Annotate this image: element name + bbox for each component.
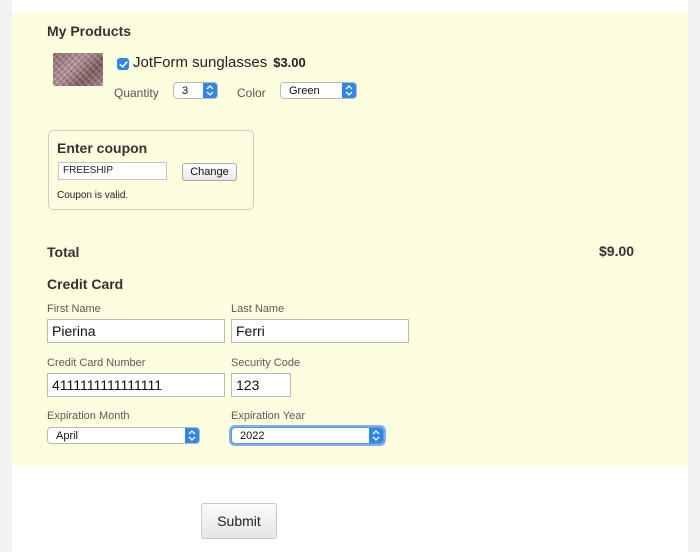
- updown-icon: [203, 83, 217, 98]
- exp-month-select[interactable]: April: [47, 427, 200, 444]
- updown-icon: [342, 83, 356, 98]
- exp-year-label: Expiration Year: [231, 410, 305, 422]
- quantity-select[interactable]: 3: [173, 82, 218, 99]
- quantity-value: 3: [182, 84, 189, 97]
- exp-month-value: April: [56, 429, 79, 442]
- last-name-value: Ferri: [236, 323, 265, 339]
- security-code-label: Security Code: [231, 357, 301, 369]
- first-name-input[interactable]: Pierina: [47, 319, 225, 343]
- first-name-value: Pierina: [52, 323, 96, 339]
- page-bottom-area: Submit: [12, 466, 688, 552]
- first-name-label: First Name: [47, 303, 101, 315]
- coupon-box: Enter coupon FREESHIP Change Coupon is v…: [48, 130, 254, 210]
- color-value: Green: [289, 84, 320, 97]
- product-line: JotForm sunglasses $3.00: [133, 54, 306, 71]
- quantity-label: Quantity: [114, 86, 159, 100]
- product-thumbnail: [53, 53, 103, 86]
- products-title: My Products: [47, 23, 132, 39]
- checkmark-icon: [119, 60, 128, 68]
- payment-panel: My Products JotForm sunglasses $3.00 Qua…: [12, 12, 688, 466]
- product-price: $3.00: [273, 55, 306, 70]
- card-number-label: Credit Card Number: [47, 357, 146, 369]
- page-top-strip: [12, 0, 688, 12]
- last-name-label: Last Name: [231, 303, 285, 315]
- last-name-input[interactable]: Ferri: [231, 319, 409, 343]
- coupon-title: Enter coupon: [57, 140, 148, 156]
- card-number-value: 4111111111111111: [52, 377, 163, 393]
- submit-button[interactable]: Submit: [201, 503, 277, 539]
- coupon-status: Coupon is valid.: [57, 190, 129, 201]
- change-coupon-button[interactable]: Change: [182, 163, 237, 181]
- product-checkbox[interactable]: [117, 58, 129, 70]
- card-number-input[interactable]: 4111111111111111: [47, 373, 225, 397]
- exp-year-select[interactable]: 2022: [231, 427, 384, 444]
- exp-year-value: 2022: [240, 429, 265, 442]
- coupon-input[interactable]: FREESHIP: [58, 162, 167, 180]
- exp-month-label: Expiration Month: [47, 410, 130, 422]
- color-select[interactable]: Green: [280, 82, 357, 99]
- updown-icon: [369, 428, 383, 443]
- color-label: Color: [237, 86, 266, 100]
- coupon-code: FREESHIP: [63, 165, 114, 176]
- security-code-input[interactable]: 123: [231, 373, 291, 397]
- total-label: Total: [47, 244, 80, 260]
- security-code-value: 123: [236, 377, 260, 393]
- updown-icon: [185, 428, 199, 443]
- credit-card-title: Credit Card: [47, 276, 124, 292]
- product-name: JotForm sunglasses: [133, 54, 268, 71]
- total-amount: $9.00: [599, 243, 635, 259]
